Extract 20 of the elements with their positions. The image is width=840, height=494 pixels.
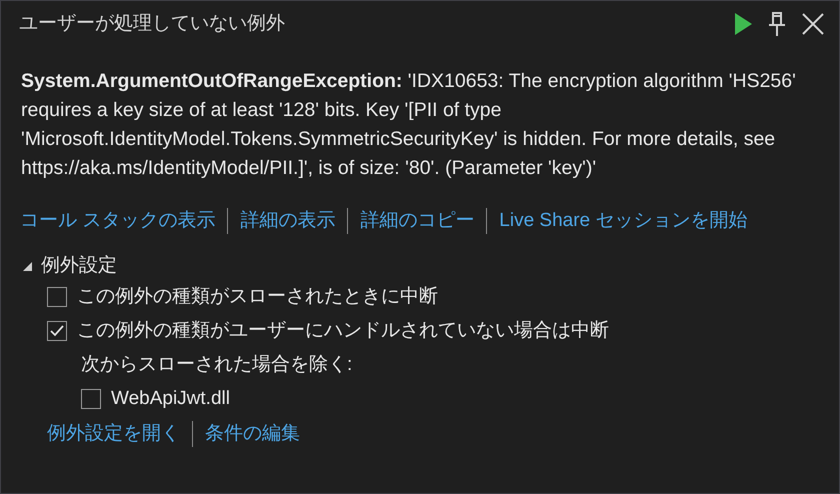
link[interactable]: コール スタックの表示: [20, 207, 216, 236]
checkbox[interactable]: [47, 287, 67, 307]
link[interactable]: Live Share セッションを開始: [499, 207, 748, 236]
pin-icon[interactable]: [767, 11, 787, 37]
checkbox-label: この例外の種類がユーザーにハンドルされていない場合は中断: [77, 318, 609, 343]
option-label: 次からスローされた場合を除く:: [81, 352, 352, 377]
checkbox[interactable]: [47, 321, 67, 341]
checkbox[interactable]: [81, 389, 101, 409]
checkbox-label: WebApiJwt.dll: [111, 386, 230, 411]
link[interactable]: 詳細の表示: [240, 207, 336, 236]
window-title: ユーザーが処理していない例外: [19, 12, 285, 36]
expander-triangle-icon[interactable]: [21, 260, 33, 272]
exception-message: System.ArgumentOutOfRangeException: 'IDX10653: The encryption algorithm 'HS256' requires a key size of at least '128' bits. Key '[PII of type 'Microsoft.IdentityModel.Tokens.SymmetricSecurityKey' is hidden. For more details, see https://aka.ms/IdentityModel/PII.]', is of size: '80'. (Parameter 'key')': [20, 69, 797, 181]
link[interactable]: 条件の編集: [205, 420, 300, 448]
close-icon[interactable]: [801, 12, 825, 36]
link[interactable]: 詳細のコピー: [360, 207, 474, 236]
checkbox-label: この例外の種類がスローされたときに中断: [77, 284, 438, 309]
section-heading: 例外設定: [41, 254, 117, 278]
link[interactable]: 例外設定を開く: [47, 420, 180, 448]
continue-play-icon[interactable]: [733, 12, 753, 36]
